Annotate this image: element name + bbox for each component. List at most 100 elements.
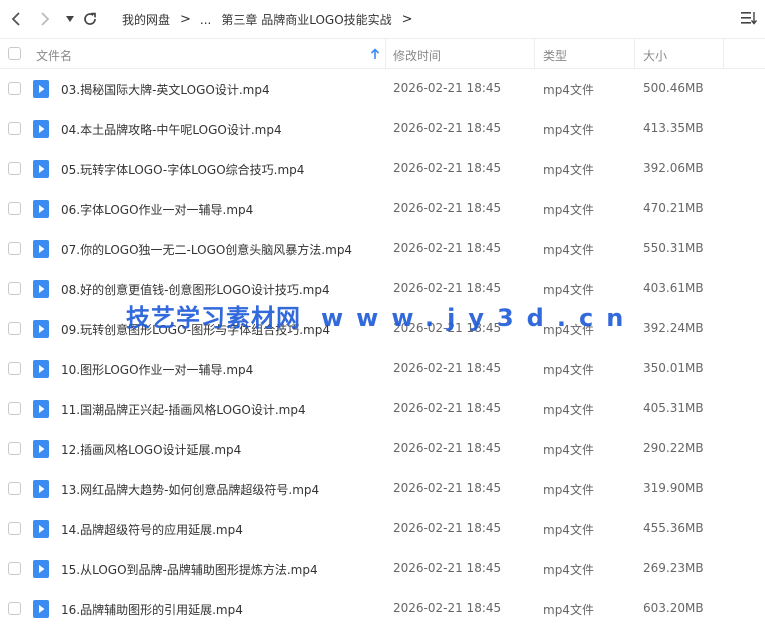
file-size: 290.22MB [643,441,704,455]
video-file-icon [33,520,49,538]
column-header-type[interactable]: 类型 [543,47,567,64]
file-modified-time: 2026-02-21 18:45 [393,81,502,95]
file-type: mp4文件 [543,603,594,617]
row-checkbox[interactable] [8,162,21,175]
history-dropdown-button[interactable] [60,9,80,29]
row-checkbox[interactable] [8,362,21,375]
file-row[interactable]: 06.字体LOGO作业一对一辅导.mp4 2026-02-21 18:45 mp… [0,189,765,229]
chevron-right-icon [41,12,50,26]
breadcrumb-separator-icon: > [401,12,413,27]
row-checkbox[interactable] [8,242,21,255]
file-name[interactable]: 11.国潮品牌正兴起-插画风格LOGO设计.mp4 [61,401,306,418]
row-checkbox[interactable] [8,282,21,295]
sort-icon [741,12,758,25]
file-row[interactable]: 07.你的LOGO独一无二-LOGO创意头脑风暴方法.mp4 2026-02-2… [0,229,765,269]
column-header-modified[interactable]: 修改时间 [393,47,441,64]
breadcrumb-item-root[interactable]: 我的网盘 [122,11,170,28]
file-size: 413.35MB [643,121,704,135]
file-size: 392.24MB [643,321,704,335]
watermark-overlay: 技艺学习素材网 www.jy3d.cn [126,298,636,333]
row-checkbox[interactable] [8,402,21,415]
file-size: 500.46MB [643,81,704,95]
file-row[interactable]: 03.揭秘国际大牌-英文LOGO设计.mp4 2026-02-21 18:45 … [0,69,765,109]
file-name[interactable]: 06.字体LOGO作业一对一辅导.mp4 [61,201,253,218]
file-size: 455.36MB [643,521,704,535]
column-header-name[interactable]: 文件名 [36,47,72,64]
refresh-button[interactable] [80,9,100,29]
video-file-icon [33,360,49,378]
breadcrumb: 我的网盘 > ... 第三章 品牌商业LOGO技能实战 > [122,11,422,28]
file-row[interactable]: 13.网红品牌大趋势-如何创意品牌超级符号.mp4 2026-02-21 18:… [0,469,765,509]
video-file-icon [33,320,49,338]
file-modified-time: 2026-02-21 18:45 [393,521,502,535]
row-checkbox[interactable] [8,522,21,535]
row-checkbox[interactable] [8,442,21,455]
file-size: 350.01MB [643,361,704,375]
file-name[interactable]: 08.好的创意更值钱-创意图形LOGO设计技巧.mp4 [61,281,330,298]
file-name[interactable]: 16.品牌辅助图形的引用延展.mp4 [61,601,243,618]
column-divider[interactable] [534,39,535,68]
row-checkbox[interactable] [8,482,21,495]
video-file-icon [33,120,49,138]
sort-ascending-icon [370,48,380,59]
file-name[interactable]: 05.玩转字体LOGO-字体LOGO综合技巧.mp4 [61,161,304,178]
file-name[interactable]: 13.网红品牌大趋势-如何创意品牌超级符号.mp4 [61,481,319,498]
file-modified-time: 2026-02-21 18:45 [393,401,502,415]
forward-button[interactable] [35,9,55,29]
file-modified-time: 2026-02-21 18:45 [393,361,502,375]
file-name[interactable]: 14.品牌超级符号的应用延展.mp4 [61,521,243,538]
file-row[interactable]: 12.插画风格LOGO设计延展.mp4 2026-02-21 18:45 mp4… [0,429,765,469]
row-checkbox[interactable] [8,202,21,215]
video-file-icon [33,600,49,618]
file-type: mp4文件 [543,403,594,417]
file-size: 470.21MB [643,201,704,215]
file-type: mp4文件 [543,83,594,97]
file-row[interactable]: 04.本土品牌攻略-中午呢LOGO设计.mp4 2026-02-21 18:45… [0,109,765,149]
video-file-icon [33,560,49,578]
row-checkbox[interactable] [8,82,21,95]
file-type: mp4文件 [543,443,594,457]
column-header-size[interactable]: 大小 [643,47,667,64]
file-row[interactable]: 14.品牌超级符号的应用延展.mp4 2026-02-21 18:45 mp4文… [0,509,765,549]
file-row[interactable]: 16.品牌辅助图形的引用延展.mp4 2026-02-21 18:45 mp4文… [0,589,765,629]
file-row[interactable]: 15.从LOGO到品牌-品牌辅助图形提炼方法.mp4 2026-02-21 18… [0,549,765,589]
watermark-brand: 技艺学习素材网 [126,304,301,332]
breadcrumb-ellipsis[interactable]: ... [200,13,211,27]
file-list-header: 文件名 修改时间 类型 大小 [0,38,765,69]
file-name[interactable]: 07.你的LOGO独一无二-LOGO创意头脑风暴方法.mp4 [61,241,352,258]
caret-down-icon [66,16,74,22]
row-checkbox[interactable] [8,562,21,575]
sort-options-button[interactable] [740,10,758,30]
file-row[interactable]: 05.玩转字体LOGO-字体LOGO综合技巧.mp4 2026-02-21 18… [0,149,765,189]
file-type: mp4文件 [543,163,594,177]
back-button[interactable] [6,9,26,29]
file-modified-time: 2026-02-21 18:45 [393,481,502,495]
row-checkbox[interactable] [8,602,21,615]
row-checkbox[interactable] [8,322,21,335]
file-type: mp4文件 [543,123,594,137]
file-modified-time: 2026-02-21 18:45 [393,241,502,255]
file-size: 603.20MB [643,601,704,615]
toolbar: 我的网盘 > ... 第三章 品牌商业LOGO技能实战 > [0,0,765,38]
breadcrumb-item-current[interactable]: 第三章 品牌商业LOGO技能实战 [221,11,391,28]
file-modified-time: 2026-02-21 18:45 [393,161,502,175]
select-all-checkbox[interactable] [8,47,21,60]
file-type: mp4文件 [543,563,594,577]
file-row[interactable]: 11.国潮品牌正兴起-插画风格LOGO设计.mp4 2026-02-21 18:… [0,389,765,429]
file-name[interactable]: 15.从LOGO到品牌-品牌辅助图形提炼方法.mp4 [61,561,318,578]
column-divider[interactable] [385,39,386,68]
row-checkbox[interactable] [8,122,21,135]
file-modified-time: 2026-02-21 18:45 [393,601,502,615]
column-divider[interactable] [723,39,724,68]
file-row[interactable]: 10.图形LOGO作业一对一辅导.mp4 2026-02-21 18:45 mp… [0,349,765,389]
chevron-left-icon [11,12,20,26]
file-size: 319.90MB [643,481,704,495]
file-name[interactable]: 04.本土品牌攻略-中午呢LOGO设计.mp4 [61,121,282,138]
file-name[interactable]: 12.插画风格LOGO设计延展.mp4 [61,441,241,458]
file-name[interactable]: 10.图形LOGO作业一对一辅导.mp4 [61,361,253,378]
column-divider[interactable] [634,39,635,68]
video-file-icon [33,240,49,258]
video-file-icon [33,160,49,178]
file-name[interactable]: 03.揭秘国际大牌-英文LOGO设计.mp4 [61,81,270,98]
file-modified-time: 2026-02-21 18:45 [393,281,502,295]
